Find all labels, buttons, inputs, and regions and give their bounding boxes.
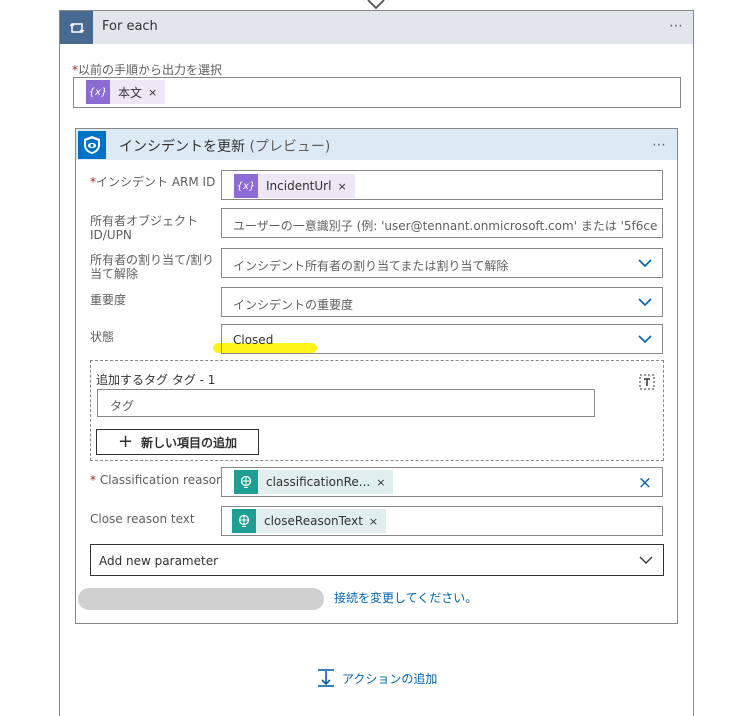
severity-label: 重要度	[90, 293, 127, 307]
owner-label-line1: 所有者オブジェクト	[90, 214, 199, 228]
token-remove-button[interactable]: ×	[369, 515, 386, 528]
sentinel-globe-icon	[234, 470, 258, 494]
add-new-item-button[interactable]: + 新しい項目の追加	[96, 429, 259, 455]
add-new-item-label: 新しい項目の追加	[141, 435, 238, 450]
expression-icon: {x}	[234, 174, 258, 198]
severity-dropdown[interactable]: インシデントの重要度	[221, 287, 663, 317]
add-action-label: アクションの追加	[342, 671, 438, 686]
card-more-button[interactable]: ⋯	[652, 137, 667, 153]
token-remove-button[interactable]: ×	[337, 180, 354, 193]
token-label: closeReasonText	[264, 514, 363, 528]
assign-dropdown[interactable]: インシデント所有者の割り当てまたは割り当て解除	[221, 248, 663, 278]
status-label: 状態	[90, 330, 115, 344]
foreach-more-button[interactable]: ⋯	[669, 18, 684, 34]
assign-label-line2: 当て解除	[90, 267, 139, 281]
chevron-down-icon	[639, 556, 653, 564]
text-mode-switch-icon[interactable]	[639, 374, 655, 390]
add-new-parameter-dropdown[interactable]: Add new parameter	[90, 544, 664, 576]
close-reason-label: Close reason text	[90, 512, 195, 526]
status-value: Closed	[233, 333, 274, 347]
classification-label: * Classification reason	[90, 473, 224, 487]
classification-label-text: Classification reason	[99, 473, 224, 487]
owner-input[interactable]: ユーザーの一意識別子 (例: 'user@tennant.onmicrosoft…	[221, 208, 663, 238]
foreach-title: For each	[102, 19, 158, 34]
token-label: IncidentUrl	[266, 179, 332, 193]
plus-icon: +	[117, 431, 134, 452]
incident-id-field[interactable]: {x} IncidentUrl ×	[221, 170, 663, 200]
chevron-down-icon	[638, 335, 652, 344]
loop-icon	[60, 11, 93, 44]
add-new-parameter-label: Add new parameter	[99, 554, 219, 568]
select-output-label-text: 以前の手順から出力を選択	[78, 63, 223, 77]
owner-label: 所有者オブジェクト ID/UPN	[90, 214, 198, 242]
sentinel-shield-icon	[78, 131, 106, 159]
chevron-down-icon	[638, 298, 652, 307]
add-action-icon	[318, 669, 334, 687]
classification-field[interactable]: classificationRe... × ×	[221, 467, 663, 497]
sentinel-globe-icon	[232, 509, 256, 533]
incident-id-label: *インシデント ARM ID	[90, 175, 215, 189]
assign-placeholder: インシデント所有者の割り当てまたは割り当て解除	[233, 259, 509, 273]
token-label: classificationRe...	[266, 475, 371, 489]
status-dropdown[interactable]: Closed	[221, 324, 663, 354]
assign-label-line1: 所有者の割り当て/割り	[90, 253, 215, 267]
assign-label: 所有者の割り当て/割り 当て解除	[90, 253, 214, 281]
token-label: 本文	[118, 85, 143, 100]
owner-label-line2: ID/UPN	[90, 228, 132, 242]
close-reason-field[interactable]: closeReasonText ×	[221, 506, 663, 536]
severity-placeholder: インシデントの重要度	[233, 298, 354, 312]
token-incident-url[interactable]: {x} IncidentUrl ×	[234, 174, 355, 198]
select-output-field[interactable]: {x} 本文 ×	[73, 77, 681, 108]
card-title: インシデントを更新 (プレビュー)	[119, 136, 330, 156]
chevron-down-icon	[638, 259, 652, 268]
add-action-button[interactable]: アクションの追加	[316, 668, 437, 688]
token-close-reason[interactable]: closeReasonText ×	[232, 509, 387, 533]
owner-placeholder: ユーザーの一意識別子 (例: 'user@tennant.onmicrosoft…	[233, 219, 657, 233]
card-title-suffix: (プレビュー)	[249, 139, 331, 155]
redacted-connection-account	[78, 588, 324, 610]
tags-label: 追加するタグ タグ - 1	[96, 373, 216, 387]
token-remove-button[interactable]: ×	[376, 476, 393, 489]
clear-icon[interactable]: ×	[638, 473, 652, 493]
expression-icon: {x}	[86, 80, 110, 104]
change-connection-link[interactable]: 接続を変更してください。	[334, 589, 477, 606]
token-classification[interactable]: classificationRe... ×	[234, 470, 394, 494]
tag-placeholder: タグ	[110, 399, 135, 413]
incident-id-label-text: インシデント ARM ID	[96, 175, 216, 189]
required-mark: *	[90, 473, 96, 487]
tag-input[interactable]: タグ	[97, 389, 595, 417]
token-remove-button[interactable]: ×	[148, 86, 165, 99]
card-title-text: インシデントを更新	[119, 139, 245, 155]
select-output-label: *以前の手順から出力を選択	[72, 63, 222, 77]
token-body[interactable]: {x} 本文 ×	[86, 80, 166, 104]
